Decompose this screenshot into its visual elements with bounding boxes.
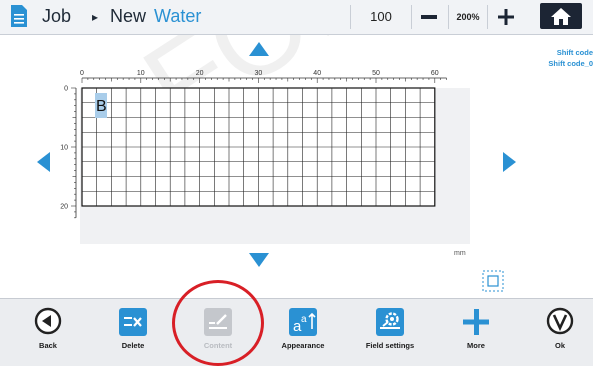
back-arrow-icon xyxy=(34,307,62,335)
ruler-x-label: 60 xyxy=(431,70,439,77)
ok-label: Ok xyxy=(554,341,565,350)
highlight-circle xyxy=(172,280,264,366)
svg-text:a: a xyxy=(301,314,307,325)
ruler-y-label: 20 xyxy=(60,204,68,211)
ruler-x-label: 30 xyxy=(255,70,263,77)
field-letter[interactable]: B xyxy=(96,98,107,115)
delete-button[interactable]: Delete xyxy=(93,299,173,366)
bottom-toolbar: Back Delete Content a a Appearance Field… xyxy=(0,298,593,366)
ruler-x-label: 0 xyxy=(80,70,84,77)
unit-label: mm xyxy=(454,250,466,257)
appearance-label: Appearance xyxy=(281,341,325,350)
check-icon xyxy=(546,307,574,335)
more-label: More xyxy=(467,341,485,350)
appearance-button[interactable]: a a Appearance xyxy=(263,299,343,366)
ok-button[interactable]: Ok xyxy=(520,299,593,366)
more-button[interactable]: More xyxy=(436,299,516,366)
ruler-x-label: 10 xyxy=(137,70,145,77)
ruler-y-label: 0 xyxy=(64,86,68,93)
ruler-x-label: 20 xyxy=(196,70,204,77)
ruler-x-label: 50 xyxy=(372,70,380,77)
fit-frame-icon[interactable] xyxy=(482,270,504,292)
ruler-y-label: 10 xyxy=(60,145,68,152)
delete-label: Delete xyxy=(121,341,145,350)
field-settings-label: Field settings xyxy=(365,341,415,350)
plus-icon xyxy=(463,309,489,335)
appearance-icon: a a xyxy=(289,308,317,336)
back-label: Back xyxy=(39,341,57,350)
ruler-x-label: 40 xyxy=(313,70,321,77)
delete-icon xyxy=(119,308,147,336)
field-settings-icon xyxy=(376,308,404,336)
field-settings-button[interactable]: Field settings xyxy=(350,299,430,366)
back-button[interactable]: Back xyxy=(8,299,88,366)
ruler-grid: 0 10 20 30 40 50 60 0 10 20 B xyxy=(60,70,447,219)
